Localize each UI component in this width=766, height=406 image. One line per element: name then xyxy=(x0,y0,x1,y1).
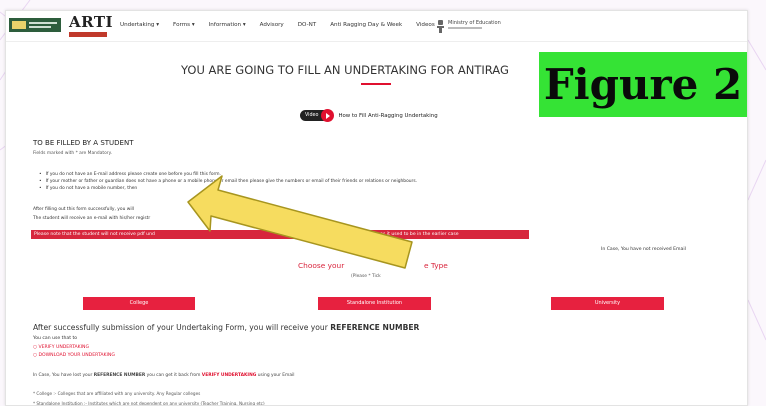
figure-label: Figure 2 xyxy=(539,52,747,117)
annotation-arrow-shape xyxy=(187,175,413,269)
screenshot-stage: ARTI Undertaking ▾ Forms ▾ Information ▾… xyxy=(0,0,766,406)
